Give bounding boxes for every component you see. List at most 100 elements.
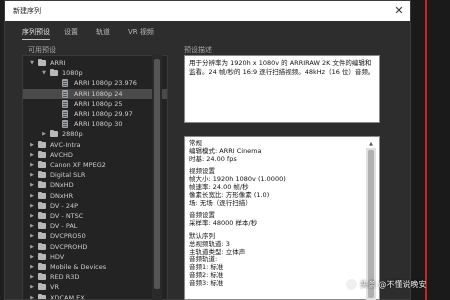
tree-folder-row[interactable]: ▶ DNxHR bbox=[23, 191, 167, 201]
folder-icon bbox=[38, 181, 46, 189]
dialog-titlebar: 新建序列 ✕ bbox=[5, 1, 410, 21]
folder-icon bbox=[38, 191, 46, 199]
tree-item-label: DVCPROHD bbox=[50, 242, 88, 251]
folder-icon bbox=[38, 273, 46, 281]
folder-icon bbox=[50, 130, 58, 138]
chevron-right-icon[interactable]: ▶ bbox=[29, 293, 35, 299]
tree-folder-row[interactable]: ▶ Canon XF MPEG2 bbox=[23, 160, 167, 170]
tree-item-label: DNxHD bbox=[50, 181, 74, 190]
tree-folder-row[interactable]: ▶ Mobile & Devices bbox=[23, 262, 167, 272]
tree-item-label: DV - NTSC bbox=[50, 212, 84, 220]
folder-icon bbox=[38, 222, 46, 230]
timeline-marker bbox=[425, 0, 427, 300]
tree-item-label: ARRI 1080p 25 bbox=[74, 99, 123, 108]
tree-preset-row[interactable]: ARRI 1080p 23.976 bbox=[23, 78, 167, 88]
preset-tree[interactable]: ▼ ARRI ▼ 1080p ARRI 1080p 23.976 ARRI 1080p 2… bbox=[22, 55, 168, 300]
tree-folder-row[interactable]: ▶ DV - NTSC bbox=[23, 211, 167, 221]
tree-preset-row[interactable]: ARRI 1080p 24 bbox=[23, 88, 167, 99]
tree-item-label: VR bbox=[50, 283, 59, 292]
tree-item-label: Canon XF MPEG2 bbox=[50, 161, 106, 169]
tree-folder-row[interactable]: ▶ RED R3D bbox=[23, 272, 167, 282]
tree-folder-row[interactable]: ▶ Digital SLR bbox=[23, 170, 167, 180]
tree-folder-row[interactable]: ▶ DV - PAL bbox=[23, 221, 167, 231]
tree-item-label: DVCPRO50 bbox=[50, 232, 86, 241]
tree-item-label: DNxHR bbox=[50, 191, 74, 200]
details-line: 采样率: 48000 样本/秒 bbox=[189, 219, 258, 228]
folder-icon bbox=[38, 263, 46, 270]
chevron-right-icon[interactable]: ▶ bbox=[29, 170, 35, 180]
chevron-right-icon[interactable]: ▶ bbox=[29, 272, 35, 282]
tree-folder-row[interactable]: ▶ DVCPRO50 bbox=[23, 231, 167, 241]
details-line: 时基: 24.00 fps bbox=[189, 154, 237, 163]
chevron-right-icon[interactable]: ▶ bbox=[29, 160, 35, 170]
tree-item-label: AVC-Intra bbox=[50, 140, 81, 149]
chevron-down-icon[interactable]: ▼ bbox=[29, 58, 35, 68]
tree-folder-row[interactable]: ▶ 2880p bbox=[23, 129, 167, 139]
preset-tree-scrollbar[interactable] bbox=[152, 55, 162, 300]
tab-sequence-presets[interactable]: 序列预设 bbox=[22, 27, 50, 40]
preset-details: 常规 编辑模式: ARRI Cinema 时基: 24.00 fps 视频设置 帧大小:… bbox=[184, 136, 380, 300]
chevron-right-icon[interactable]: ▶ bbox=[29, 201, 35, 211]
chevron-right-icon[interactable]: ▶ bbox=[29, 242, 35, 252]
chevron-right-icon[interactable]: ▶ bbox=[29, 211, 35, 221]
tree-item-label: ARRI 1080p 29.97 bbox=[74, 110, 133, 118]
tree-item-label: Mobile & Devices bbox=[50, 263, 107, 271]
tree-folder-row[interactable]: ▼ 1080p bbox=[23, 68, 167, 78]
tab-vr-video[interactable]: VR 视频 bbox=[128, 27, 154, 37]
tree-item-label: AVCHD bbox=[50, 150, 73, 159]
tree-folder-row[interactable]: ▶ DV - 24P bbox=[23, 201, 167, 211]
preset-file-icon bbox=[62, 120, 68, 129]
folder-icon bbox=[38, 161, 46, 168]
scrollbar-thumb[interactable] bbox=[154, 59, 160, 289]
chevron-right-icon[interactable]: ▶ bbox=[41, 129, 47, 139]
chevron-right-icon[interactable]: ▶ bbox=[29, 221, 35, 231]
chevron-right-icon[interactable]: ▶ bbox=[29, 262, 35, 272]
dialog-title: 新建序列 bbox=[13, 7, 41, 15]
tree-folder-row[interactable]: ▶ AVC-Intra bbox=[23, 140, 167, 150]
preset-file-icon bbox=[62, 89, 68, 98]
chevron-right-icon[interactable]: ▶ bbox=[29, 180, 35, 190]
tree-preset-row[interactable]: ARRI 1080p 29.97 bbox=[23, 109, 167, 119]
tree-item-label: ARRI 1080p 24 bbox=[74, 89, 123, 98]
tab-tracks[interactable]: 轨道 bbox=[96, 27, 110, 37]
folder-icon bbox=[38, 201, 46, 209]
tree-preset-row[interactable]: ARRI 1080p 30 bbox=[23, 119, 167, 129]
description-text: 用于分辨率为 1920h x 1080v 的 ARRIRAW 2K 文件的编辑和… bbox=[189, 59, 375, 76]
tree-item-label: ARRI 1080p 23.976 bbox=[74, 79, 137, 88]
chevron-right-icon[interactable]: ▶ bbox=[29, 252, 35, 262]
preset-description-label: 预设描述 bbox=[184, 46, 212, 54]
folder-icon bbox=[38, 252, 46, 260]
chevron-right-icon[interactable]: ▶ bbox=[29, 140, 35, 150]
tree-item-label: ARRI bbox=[50, 59, 66, 67]
tree-item-label: Digital SLR bbox=[50, 171, 86, 180]
tab-settings[interactable]: 设置 bbox=[64, 27, 78, 37]
tree-folder-row[interactable]: ▶ HDV bbox=[23, 252, 167, 262]
details-scrollbar[interactable]: ▲ bbox=[366, 141, 376, 300]
folder-icon bbox=[38, 150, 46, 158]
chevron-right-icon[interactable]: ▶ bbox=[29, 191, 35, 201]
tree-preset-row[interactable]: ARRI 1080p 25 bbox=[23, 99, 167, 109]
preset-file-icon bbox=[62, 79, 68, 88]
preset-description: 用于分辨率为 1920h x 1080v 的 ARRIRAW 2K 文件的编辑和… bbox=[184, 55, 380, 123]
details-scrollbar-thumb[interactable] bbox=[368, 150, 374, 298]
chevron-right-icon[interactable]: ▶ bbox=[29, 282, 35, 292]
tree-item-label: HDV bbox=[50, 252, 65, 261]
chevron-right-icon[interactable]: ▶ bbox=[29, 150, 35, 160]
chevron-right-icon[interactable]: ▶ bbox=[29, 231, 35, 241]
background-app-edge bbox=[411, 0, 450, 300]
tree-item-label: ARRI 1080p 30 bbox=[74, 120, 123, 129]
tree-folder-row[interactable]: ▶ DNxHD bbox=[23, 180, 167, 190]
tree-folder-row[interactable]: ▶ VR bbox=[23, 282, 167, 292]
folder-icon bbox=[38, 212, 46, 219]
tree-folder-row[interactable]: ▶ AVCHD bbox=[23, 150, 167, 160]
folder-icon bbox=[38, 283, 46, 291]
watermark-logo-icon bbox=[346, 279, 357, 290]
folder-icon bbox=[38, 242, 46, 250]
tree-folder-row[interactable]: ▶ XDCAM EX bbox=[23, 293, 167, 299]
chevron-down-icon[interactable]: ▼ bbox=[41, 68, 47, 78]
tree-folder-row[interactable]: ▶ DVCPROHD bbox=[23, 242, 167, 252]
preset-file-icon bbox=[62, 110, 68, 118]
close-icon[interactable]: ✕ bbox=[392, 4, 406, 18]
tree-folder-row[interactable]: ▼ ARRI bbox=[23, 58, 167, 68]
scroll-up-icon[interactable]: ▲ bbox=[366, 140, 376, 148]
